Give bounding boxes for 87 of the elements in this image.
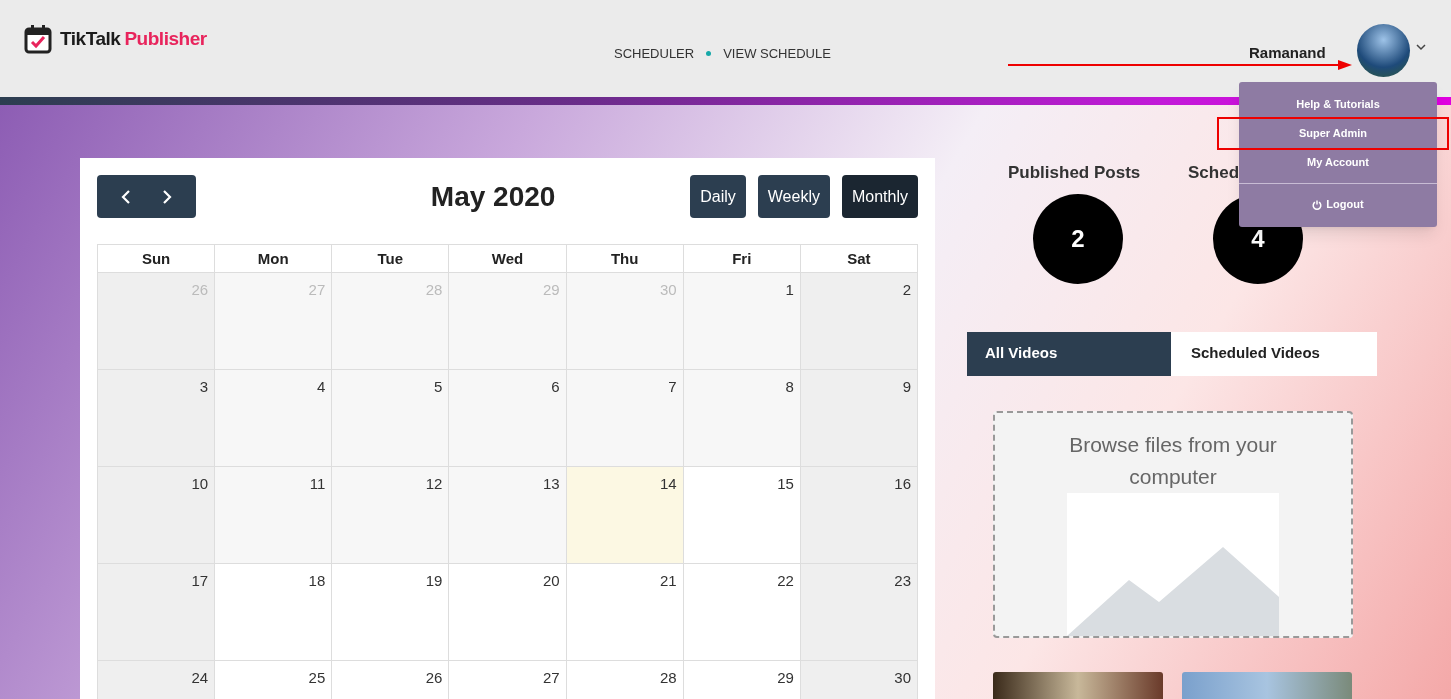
day-cell[interactable]: 17 — [98, 564, 216, 661]
day-cell[interactable]: 22 — [683, 564, 801, 661]
day-number: 22 — [777, 571, 794, 591]
menu-item[interactable]: Super Admin — [1219, 119, 1447, 148]
stat-count: 2 — [1033, 193, 1123, 284]
day-cell[interactable]: 3 — [98, 370, 216, 467]
image-placeholder-icon — [1067, 492, 1279, 636]
day-cell[interactable]: 10 — [98, 467, 216, 564]
day-number: 28 — [425, 280, 443, 300]
month-title: May 2020 — [430, 179, 556, 214]
day-number: 29 — [777, 668, 794, 688]
stat-label: Published Posts — [1008, 162, 1141, 184]
day-cell[interactable]: 14 — [566, 467, 684, 564]
day-number: 26 — [425, 668, 443, 688]
day-cell[interactable]: 24 — [98, 661, 216, 699]
day-cell[interactable]: 2 — [800, 273, 918, 370]
day-number: 10 — [191, 474, 209, 494]
day-number: 5 — [434, 377, 443, 397]
day-cell[interactable]: 7 — [566, 370, 684, 467]
day-cell[interactable]: 18 — [215, 564, 333, 661]
day-number: 15 — [777, 474, 794, 494]
day-number: 20 — [542, 571, 560, 591]
day-cell[interactable]: 9 — [800, 370, 918, 467]
day-cell[interactable]: 21 — [566, 564, 684, 661]
day-cell[interactable]: 1 — [683, 273, 801, 370]
video-tab[interactable]: All Videos — [967, 331, 1171, 376]
day-cell[interactable]: 8 — [683, 370, 801, 467]
day-number: 2 — [902, 280, 911, 300]
nav-link[interactable]: VIEW SCHEDULE — [723, 44, 831, 64]
day-number: 21 — [660, 571, 677, 591]
nav-link[interactable]: SCHEDULER — [614, 44, 695, 64]
menu-item[interactable]: My Account — [1239, 148, 1437, 177]
upload-dropzone[interactable]: Browse files from your computer — [993, 410, 1353, 638]
day-number: 1 — [785, 280, 794, 300]
video-thumbnail[interactable] — [993, 671, 1163, 699]
day-cell[interactable]: 30 — [800, 661, 918, 699]
day-number: 27 — [308, 280, 326, 300]
day-number: 24 — [191, 668, 209, 688]
day-cell[interactable]: 6 — [449, 370, 567, 467]
stat-label: Sched — [1188, 162, 1240, 184]
day-number: 28 — [660, 668, 677, 688]
day-number: 29 — [542, 280, 560, 300]
view-button[interactable]: Monthly — [841, 175, 918, 218]
day-number: 8 — [785, 377, 794, 397]
day-number: 16 — [894, 474, 911, 494]
day-number: 19 — [425, 571, 443, 591]
view-button[interactable]: Weekly — [757, 175, 830, 218]
day-number: 12 — [425, 474, 443, 494]
user-name: Ramanand — [1249, 43, 1326, 63]
day-cell[interactable]: 20 — [449, 564, 567, 661]
day-number: 23 — [894, 571, 911, 591]
day-number: 7 — [668, 377, 677, 397]
day-number: 3 — [199, 377, 209, 397]
view-button[interactable]: Daily — [690, 175, 746, 218]
day-number: 30 — [894, 668, 911, 688]
day-number: 4 — [316, 377, 326, 397]
day-number: 17 — [191, 571, 209, 591]
day-cell[interactable]: 5 — [332, 370, 450, 467]
brand-name: TikTalk — [60, 26, 121, 51]
video-tab[interactable]: Scheduled Videos — [1171, 331, 1377, 376]
day-number: 27 — [542, 668, 560, 688]
day-number: 30 — [660, 280, 677, 300]
power-icon — [1312, 199, 1323, 210]
day-number: 14 — [660, 474, 677, 494]
day-number: 13 — [542, 474, 560, 494]
next-icon[interactable] — [162, 188, 173, 205]
day-cell[interactable]: 16 — [800, 467, 918, 564]
upload-text: Browse files from your computer — [1068, 431, 1278, 490]
day-number: 9 — [902, 377, 911, 397]
calendar-check-icon — [24, 24, 52, 54]
day-number: 25 — [308, 668, 326, 688]
day-number: 18 — [308, 571, 326, 591]
chevron-down-icon[interactable] — [1416, 44, 1426, 51]
day-cell[interactable]: 15 — [683, 467, 801, 564]
video-thumbnail[interactable] — [1182, 671, 1352, 699]
day-number: 11 — [309, 474, 326, 494]
day-cell[interactable]: 12 — [332, 467, 450, 564]
day-number: 6 — [551, 377, 560, 397]
day-cell[interactable]: 13 — [449, 467, 567, 564]
day-cell[interactable]: 19 — [332, 564, 450, 661]
day-cell[interactable]: 11 — [215, 467, 333, 564]
day-cell[interactable]: 23 — [800, 564, 918, 661]
previous-icon[interactable] — [120, 188, 131, 205]
menu-item[interactable]: Help & Tutorials — [1239, 90, 1437, 119]
avatar[interactable] — [1357, 24, 1410, 77]
day-cell[interactable]: 4 — [215, 370, 333, 467]
brand-accent: Publisher — [124, 26, 207, 51]
